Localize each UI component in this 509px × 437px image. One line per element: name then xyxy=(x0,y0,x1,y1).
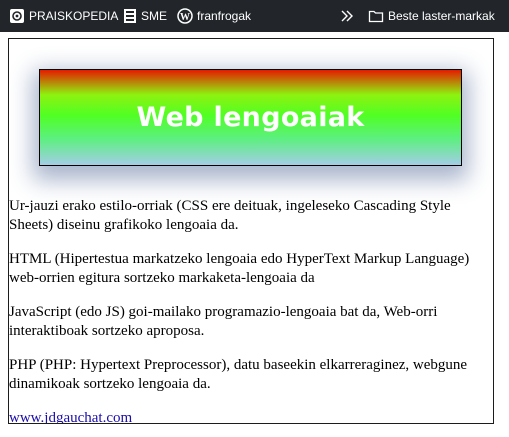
bookmark-label: SME xyxy=(141,9,168,23)
document-favicon xyxy=(123,8,137,24)
page-title: Web lengoaiak xyxy=(136,102,365,133)
other-bookmarks-label: Beste laster-markak xyxy=(388,9,495,23)
paragraph-html: HTML (Hipertestua markatzeko lengoaia ed… xyxy=(9,251,470,286)
bookmark-franfrogak[interactable]: W franfrogak xyxy=(177,0,251,32)
page-content-frame: Web lengoaiak Ur-jauzi erako estilo-orri… xyxy=(8,38,494,424)
wordpress-icon: W xyxy=(177,8,193,24)
folder-icon xyxy=(368,9,384,23)
header-banner: Web lengoaiak xyxy=(39,69,462,166)
paragraph-javascript: JavaScript (edo JS) goi-mailako programa… xyxy=(9,304,438,339)
other-bookmarks-folder[interactable]: Beste laster-markak xyxy=(368,0,495,32)
paragraph-css: Ur-jauzi erako estilo-orriak (CSS ere de… xyxy=(9,198,451,233)
bookmarks-overflow-button[interactable] xyxy=(340,0,358,32)
paragraph-php: PHP (PHP: Hypertext Preprocessor), datu … xyxy=(9,357,468,392)
article-body: Ur-jauzi erako estilo-orriak (CSS ere de… xyxy=(9,197,493,423)
website-link[interactable]: www.jdgauchat.com xyxy=(9,410,132,423)
bookmarks-bar: PRAISKOPEDIA SME W franfrogak Beste last… xyxy=(0,0,509,32)
bookmark-label: PRAISKOPEDIA xyxy=(29,9,119,23)
chevron-double-right-icon xyxy=(340,9,354,23)
bookmark-label: franfrogak xyxy=(197,9,252,23)
bookmark-praiskopedia[interactable]: PRAISKOPEDIA xyxy=(9,0,118,32)
svg-text:W: W xyxy=(180,12,190,23)
bookmark-sme[interactable]: SME xyxy=(123,0,167,32)
praiskopedia-favicon xyxy=(9,8,25,24)
